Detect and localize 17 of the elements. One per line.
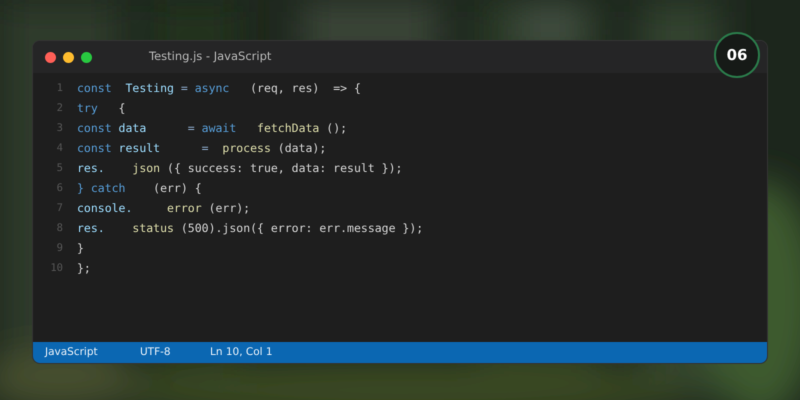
window-title: Testing.js - JavaScript	[149, 48, 272, 66]
close-icon[interactable]	[45, 52, 56, 62]
code-line: const result = process (data);	[76, 140, 326, 158]
status-item: UTF-8	[140, 346, 171, 358]
status-item: JavaScript	[45, 346, 98, 358]
code-line: console. error (err);	[76, 200, 250, 218]
code-line: res. status (500).json({ error: err.message });	[76, 220, 424, 238]
code-line: const data = await fetchData ();	[76, 120, 348, 138]
code-line: } catch (err) {	[76, 180, 202, 198]
code-line: };	[76, 260, 91, 278]
minimize-icon[interactable]	[63, 52, 74, 62]
code-line: res. json ({ success: true, data: result });	[76, 160, 402, 178]
code-line: const Testing = async (req, res) => {	[76, 80, 361, 98]
code-line: try {	[76, 100, 126, 118]
maximize-icon[interactable]	[81, 52, 92, 62]
status-item: Ln 10, Col 1	[210, 346, 273, 358]
code-line: }	[76, 240, 84, 258]
